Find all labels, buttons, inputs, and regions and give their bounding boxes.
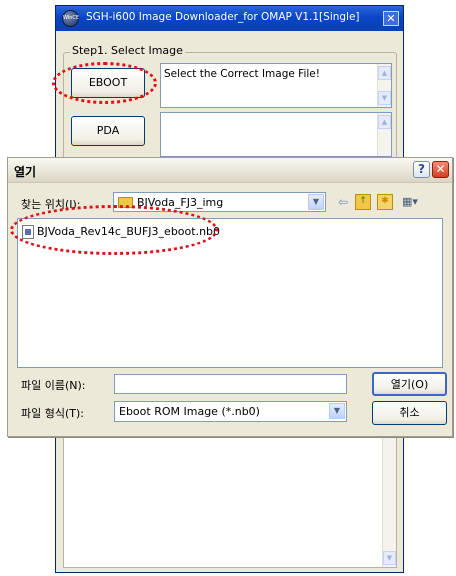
file-name-input[interactable]: [114, 374, 347, 394]
open-button[interactable]: 열기(O): [372, 372, 447, 396]
dialog-title-bar[interactable]: 열기 ? ✕: [8, 158, 452, 183]
file-type-dropdown[interactable]: Eboot ROM Image (*.nb0) ▼: [114, 401, 347, 422]
downloader-title-bar[interactable]: WinCE SGH-i600 Image Downloader_for OMAP…: [56, 6, 403, 31]
file-type-label: 파일 형식(T):: [21, 407, 84, 420]
dialog-title: 열기: [14, 165, 37, 179]
pda-path-field[interactable]: ▲: [160, 112, 392, 157]
up-folder-icon[interactable]: ↑: [355, 194, 371, 210]
file-highlight-ellipse: [10, 205, 218, 255]
back-icon[interactable]: ⇦: [336, 194, 350, 210]
scroll-up-icon[interactable]: ▲: [378, 115, 391, 129]
cancel-button[interactable]: 취소: [372, 401, 447, 425]
open-file-dialog: 열기 ? ✕ 찾는 위치(I): BJVoda_FJ3_img ▼ ⇦ ↑ ✱ …: [7, 157, 453, 437]
chevron-down-icon[interactable]: ▼: [308, 194, 324, 210]
pda-path-scrollbar[interactable]: ▲: [377, 113, 391, 156]
downloader-close-button[interactable]: ✕: [383, 11, 399, 26]
eboot-highlight-ellipse: [52, 62, 157, 104]
new-folder-icon[interactable]: ✱: [377, 194, 393, 210]
eboot-path-field[interactable]: Select the Correct Image File! ▲ ▼: [160, 63, 392, 108]
file-type-value: Eboot ROM Image (*.nb0): [119, 405, 260, 418]
select-image-group-label: Step1. Select Image: [70, 44, 185, 57]
scroll-up-icon[interactable]: ▲: [378, 66, 391, 80]
eboot-path-scrollbar[interactable]: ▲ ▼: [377, 64, 391, 107]
downloader-title: SGH-i600 Image Downloader_for OMAP V1.1[…: [86, 11, 360, 23]
view-menu-icon[interactable]: ▦▾: [399, 194, 421, 210]
scroll-down-icon[interactable]: ▼: [378, 91, 391, 105]
log-area[interactable]: ▼: [63, 436, 397, 568]
dialog-close-button[interactable]: ✕: [432, 161, 449, 178]
log-scrollbar[interactable]: ▼: [382, 437, 396, 567]
pda-button[interactable]: PDA: [71, 116, 145, 146]
chevron-down-icon[interactable]: ▼: [329, 403, 345, 419]
help-button[interactable]: ?: [413, 161, 430, 178]
file-name-label: 파일 이름(N):: [21, 379, 86, 392]
app-icon: WinCE: [62, 10, 79, 27]
eboot-path-text: Select the Correct Image File!: [164, 68, 320, 80]
scroll-down-icon[interactable]: ▼: [383, 551, 396, 565]
